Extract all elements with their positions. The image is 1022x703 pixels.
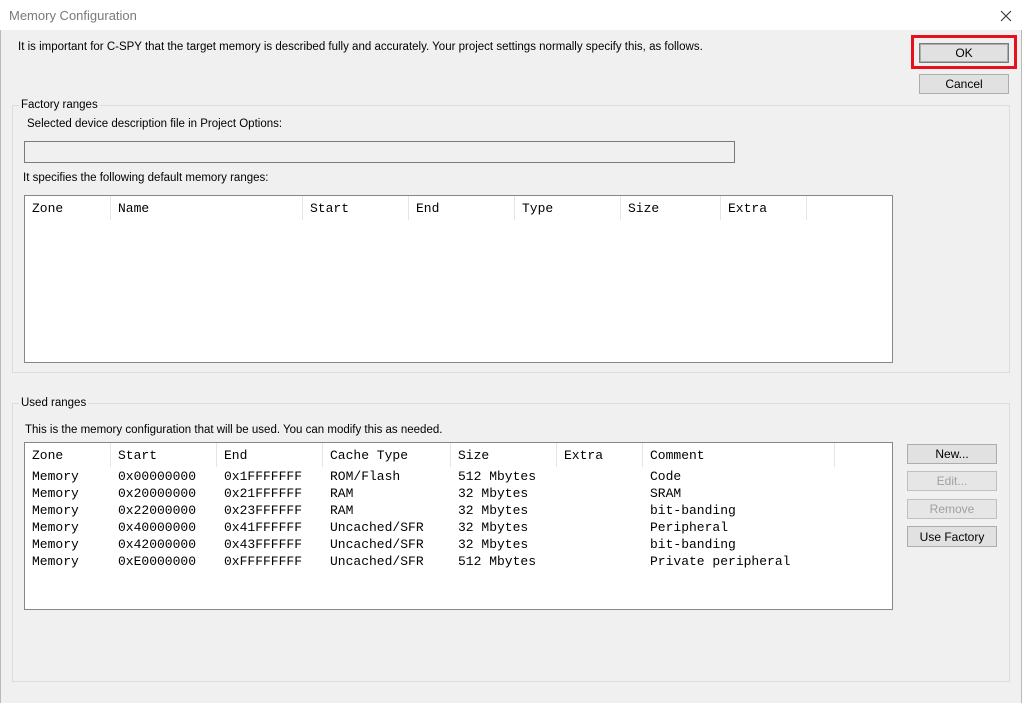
- table-cell: 32 Mbytes: [458, 503, 529, 518]
- table-cell: Uncached/SFR: [330, 537, 424, 552]
- table-cell: SRAM: [650, 486, 682, 501]
- used-ranges-list[interactable]: Zone Start End Cache Type Size Extra Comment M…: [24, 442, 893, 610]
- used-col-start[interactable]: Start: [111, 443, 217, 467]
- factory-ranges-list[interactable]: Zone Name Start End Type Size Extra: [24, 195, 893, 363]
- table-cell: 32 Mbytes: [458, 520, 529, 535]
- factory-col-start[interactable]: Start: [303, 196, 409, 220]
- table-cell: Uncached/SFR: [330, 520, 424, 535]
- used-ranges-label: Used ranges: [19, 397, 89, 409]
- used-ranges-description: This is the memory configuration that wi…: [25, 424, 443, 436]
- table-cell: ROM/Flash: [330, 469, 401, 484]
- table-cell: Memory: [32, 469, 79, 484]
- table-cell: [557, 519, 643, 536]
- table-cell: Memory: [32, 486, 79, 501]
- table-cell: [557, 468, 643, 485]
- table-cell: Uncached/SFR: [330, 554, 424, 569]
- table-cell: 0x23FFFFFF: [224, 503, 303, 518]
- window-title: Memory Configuration: [9, 8, 137, 23]
- table-cell: 0x1FFFFFFF: [224, 469, 303, 484]
- close-icon[interactable]: [996, 6, 1016, 26]
- factory-col-zone[interactable]: Zone: [25, 196, 111, 220]
- table-cell: RAM: [330, 486, 354, 501]
- default-ranges-label: It specifies the following default memor…: [23, 172, 269, 184]
- table-cell: [557, 553, 643, 570]
- table-cell: 0x22000000: [118, 503, 197, 518]
- factory-ranges-label: Factory ranges: [19, 99, 100, 111]
- device-file-field: [24, 141, 735, 163]
- table-cell: Private peripheral: [650, 554, 791, 569]
- table-cell: Code: [650, 469, 682, 484]
- table-cell: 0x42000000: [118, 537, 197, 552]
- table-cell: 512 Mbytes: [458, 469, 537, 484]
- table-cell: 0x21FFFFFF: [224, 486, 303, 501]
- table-cell: 0x43FFFFFF: [224, 537, 303, 552]
- factory-col-size[interactable]: Size: [621, 196, 721, 220]
- table-cell: [557, 536, 643, 553]
- table-cell: Memory: [32, 554, 79, 569]
- used-col-size[interactable]: Size: [451, 443, 557, 467]
- factory-col-type[interactable]: Type: [515, 196, 621, 220]
- table-cell: 0xE0000000: [118, 554, 197, 569]
- window-border-left: [0, 0, 1, 703]
- table-cell: 0x40000000: [118, 520, 197, 535]
- table-cell: 32 Mbytes: [458, 486, 529, 501]
- factory-col-name[interactable]: Name: [111, 196, 303, 220]
- title-bar: Memory Configuration: [0, 0, 1022, 30]
- table-cell: [557, 502, 643, 519]
- intro-text: It is important for C-SPY that the targe…: [18, 41, 703, 53]
- table-cell: 512 Mbytes: [458, 554, 537, 569]
- edit-button[interactable]: Edit...: [907, 471, 997, 491]
- used-col-extra[interactable]: Extra: [557, 443, 643, 467]
- remove-button[interactable]: Remove: [907, 499, 997, 519]
- table-cell: RAM: [330, 503, 354, 518]
- ok-button-highlight: [911, 35, 1017, 69]
- used-col-end[interactable]: End: [217, 443, 323, 467]
- table-cell: 0x20000000: [118, 486, 197, 501]
- factory-col-end[interactable]: End: [409, 196, 515, 220]
- table-cell: 32 Mbytes: [458, 537, 529, 552]
- table-cell: bit-banding: [650, 503, 736, 518]
- table-cell: Peripheral: [650, 520, 729, 535]
- used-col-comment[interactable]: Comment: [643, 443, 835, 467]
- table-cell: bit-banding: [650, 537, 736, 552]
- table-cell: 0x41FFFFFF: [224, 520, 303, 535]
- table-cell: 0x00000000: [118, 469, 197, 484]
- table-cell: Memory: [32, 520, 79, 535]
- factory-col-extra[interactable]: Extra: [721, 196, 807, 220]
- cancel-button[interactable]: Cancel: [919, 74, 1009, 94]
- device-file-label: Selected device description file in Proj…: [27, 118, 283, 130]
- new-button[interactable]: New...: [907, 444, 997, 464]
- table-cell: Memory: [32, 537, 79, 552]
- used-col-zone[interactable]: Zone: [25, 443, 111, 467]
- table-cell: 0xFFFFFFFF: [224, 554, 303, 569]
- table-cell: Memory: [32, 503, 79, 518]
- used-col-cache-type[interactable]: Cache Type: [323, 443, 451, 467]
- table-cell: [557, 485, 643, 502]
- use-factory-button[interactable]: Use Factory: [907, 526, 997, 547]
